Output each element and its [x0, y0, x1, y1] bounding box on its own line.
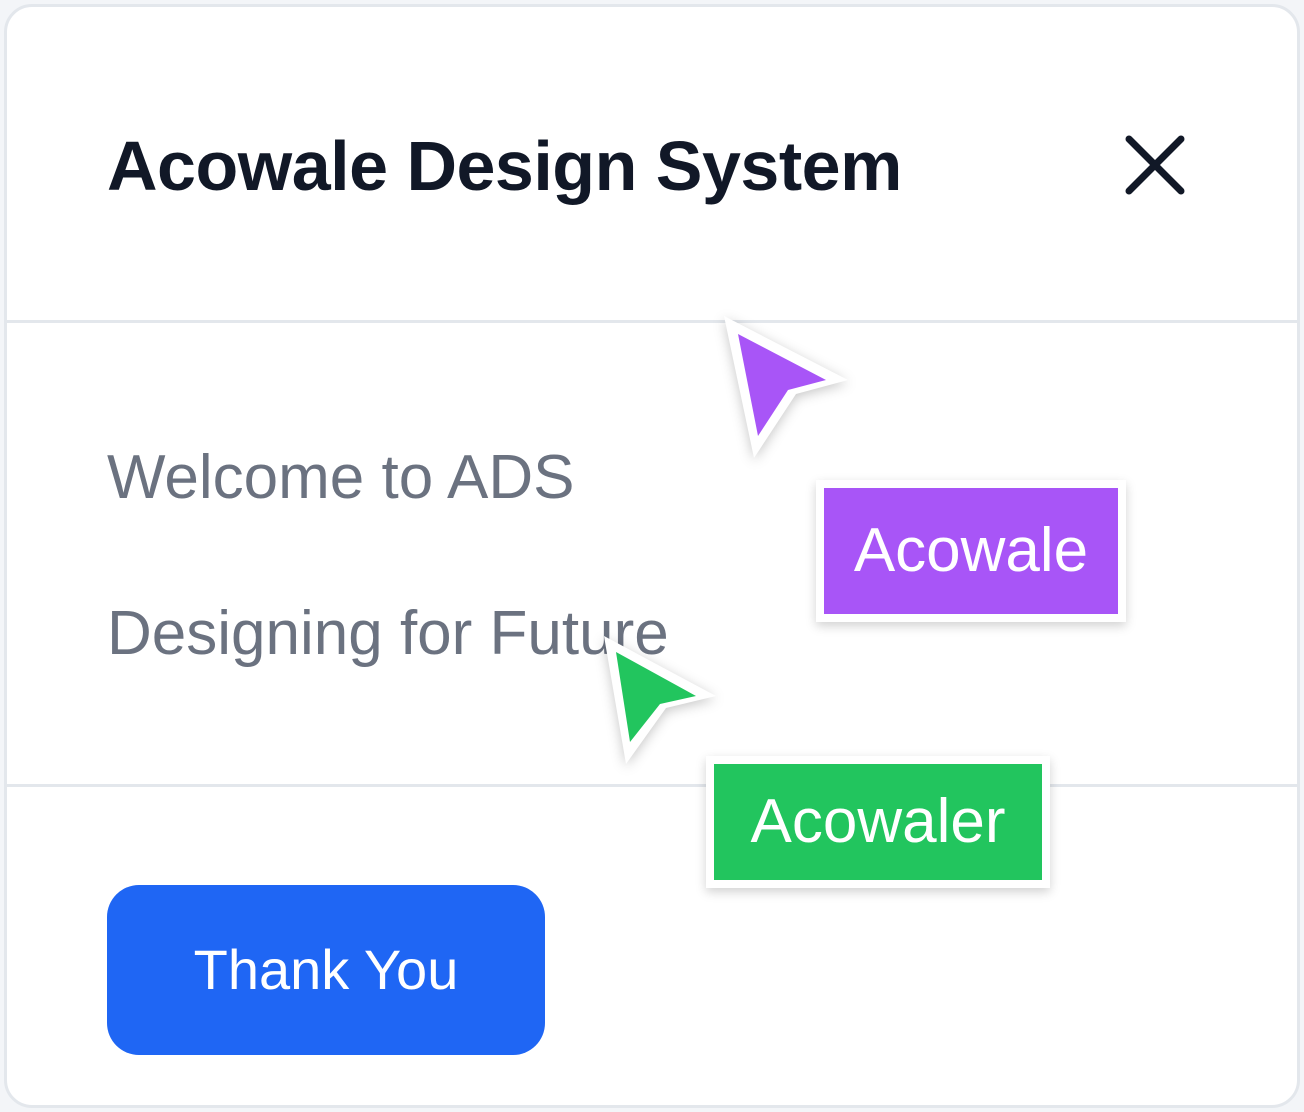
tagline-text: Designing for Future — [107, 599, 669, 668]
collaborator-tag-acowaler: Acowaler — [706, 756, 1050, 888]
close-button[interactable] — [1113, 123, 1197, 207]
collaborator-tag-acowale: Acowale — [816, 480, 1126, 622]
cursor-arrow-icon — [604, 636, 716, 764]
close-icon — [1125, 135, 1185, 195]
cursor-arrow-icon — [724, 316, 848, 458]
welcome-text: Welcome to ADS — [107, 443, 575, 512]
dialog-title: Acowale Design System — [107, 127, 902, 205]
thank-you-button[interactable]: Thank You — [107, 885, 545, 1055]
dialog-header: Acowale Design System — [7, 7, 1297, 323]
